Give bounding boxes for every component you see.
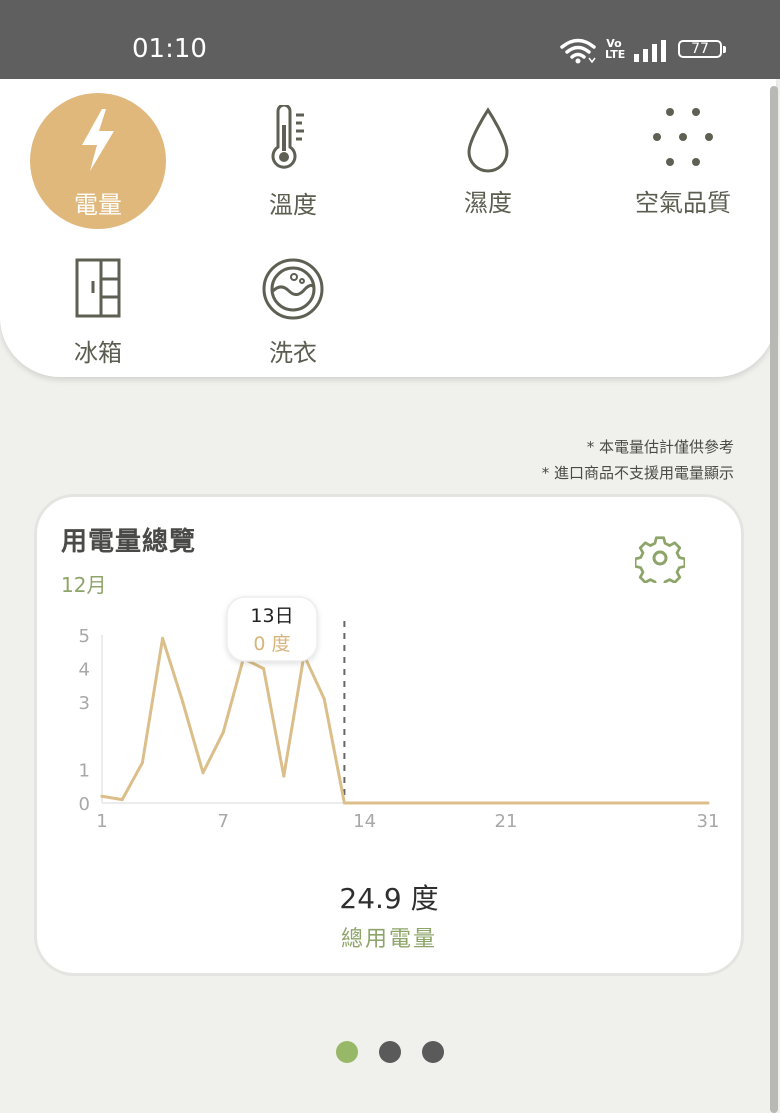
category-label: 冰箱: [74, 339, 122, 367]
thermometer-icon: [271, 105, 304, 169]
volte-icon: Vo LTE: [605, 37, 626, 61]
y-tick-label: 1: [79, 760, 90, 781]
fridge-icon: [75, 258, 121, 318]
power-series-line: [101, 636, 708, 805]
data-point: [100, 794, 104, 798]
water-drop-icon: [467, 107, 509, 173]
y-tick-label: 5: [79, 626, 90, 647]
data-point: [403, 801, 407, 805]
data-point: [544, 801, 548, 805]
category-label: 濕度: [464, 189, 512, 217]
y-tick-label: 0: [79, 794, 90, 815]
x-tick-label: 21: [495, 811, 518, 832]
data-point: [645, 801, 649, 805]
page-dot[interactable]: [336, 1041, 358, 1063]
data-point: [443, 801, 447, 805]
data-point: [282, 774, 286, 778]
total-usage-label: 總用電量: [340, 927, 437, 952]
data-point: [605, 801, 609, 805]
category-label: 溫度: [269, 191, 317, 219]
category-label: 洗衣: [269, 339, 317, 367]
category-air-quality[interactable]: 空氣品質: [593, 79, 773, 219]
lightning-icon: [82, 109, 114, 171]
status-bar: 01:10 Vo LTE 77: [0, 0, 780, 79]
data-point: [322, 697, 326, 701]
power-overview-card[interactable]: 用電量總覽 12月 0 1 3 4 5 1 7 14 21 31 13日 0 度 24.9 度 總用電…: [34, 494, 744, 976]
data-point: [161, 636, 165, 640]
data-point: [221, 730, 225, 734]
data-point: [262, 667, 266, 671]
y-tick-label: 4: [79, 660, 90, 681]
total-usage-value: 24.9 度: [339, 882, 439, 915]
category-label: 空氣品質: [635, 189, 731, 217]
power-line-chart[interactable]: 013451 7 14 21 3113日0 度: [37, 497, 741, 857]
category-power[interactable]: 電量: [8, 79, 188, 229]
signal-icon: [634, 40, 666, 62]
data-point: [666, 801, 670, 805]
category-panel: 電量 溫度 濕度 空氣品質 冰箱 洗衣: [0, 79, 776, 377]
battery-icon: 77: [678, 40, 726, 58]
tooltip-day: 13日: [250, 605, 293, 627]
page-dot[interactable]: [422, 1041, 444, 1063]
category-humidity[interactable]: 濕度: [398, 79, 578, 219]
data-point: [484, 801, 488, 805]
data-point: [140, 761, 144, 765]
y-tick-label: 3: [79, 693, 90, 714]
data-point: [625, 801, 629, 805]
x-tick-label: 14: [353, 811, 376, 832]
category-fridge[interactable]: 冰箱: [8, 229, 188, 369]
x-tick-label: 1: [96, 811, 107, 832]
tooltip-value: 0 度: [253, 633, 290, 655]
washing-machine-icon: [262, 258, 324, 320]
air-quality-dots-icon: [653, 108, 713, 166]
data-point: [201, 771, 205, 775]
x-tick-label: 31: [697, 811, 720, 832]
disclaimer-note: * 進口商品不支援用電量顯示: [541, 464, 734, 482]
page-dot[interactable]: [379, 1041, 401, 1063]
category-laundry[interactable]: 洗衣: [203, 229, 383, 369]
scrollbar[interactable]: [770, 86, 778, 1113]
data-point: [524, 801, 528, 805]
data-point: [120, 798, 124, 802]
data-point: [706, 801, 710, 805]
category-temperature[interactable]: 溫度: [203, 79, 383, 219]
data-point: [565, 801, 569, 805]
data-point: [342, 801, 346, 805]
data-point: [504, 801, 508, 805]
wifi-icon: [560, 38, 596, 64]
status-time: 01:10: [132, 34, 207, 64]
data-point: [686, 801, 690, 805]
data-point: [181, 700, 185, 704]
disclaimer-note: * 本電量估計僅供參考: [586, 438, 734, 456]
data-point: [585, 801, 589, 805]
data-point: [383, 801, 387, 805]
data-point: [464, 801, 468, 805]
category-label: 電量: [74, 191, 122, 219]
x-tick-label: 7: [217, 811, 228, 832]
data-point: [423, 801, 427, 805]
data-point: [363, 801, 367, 805]
